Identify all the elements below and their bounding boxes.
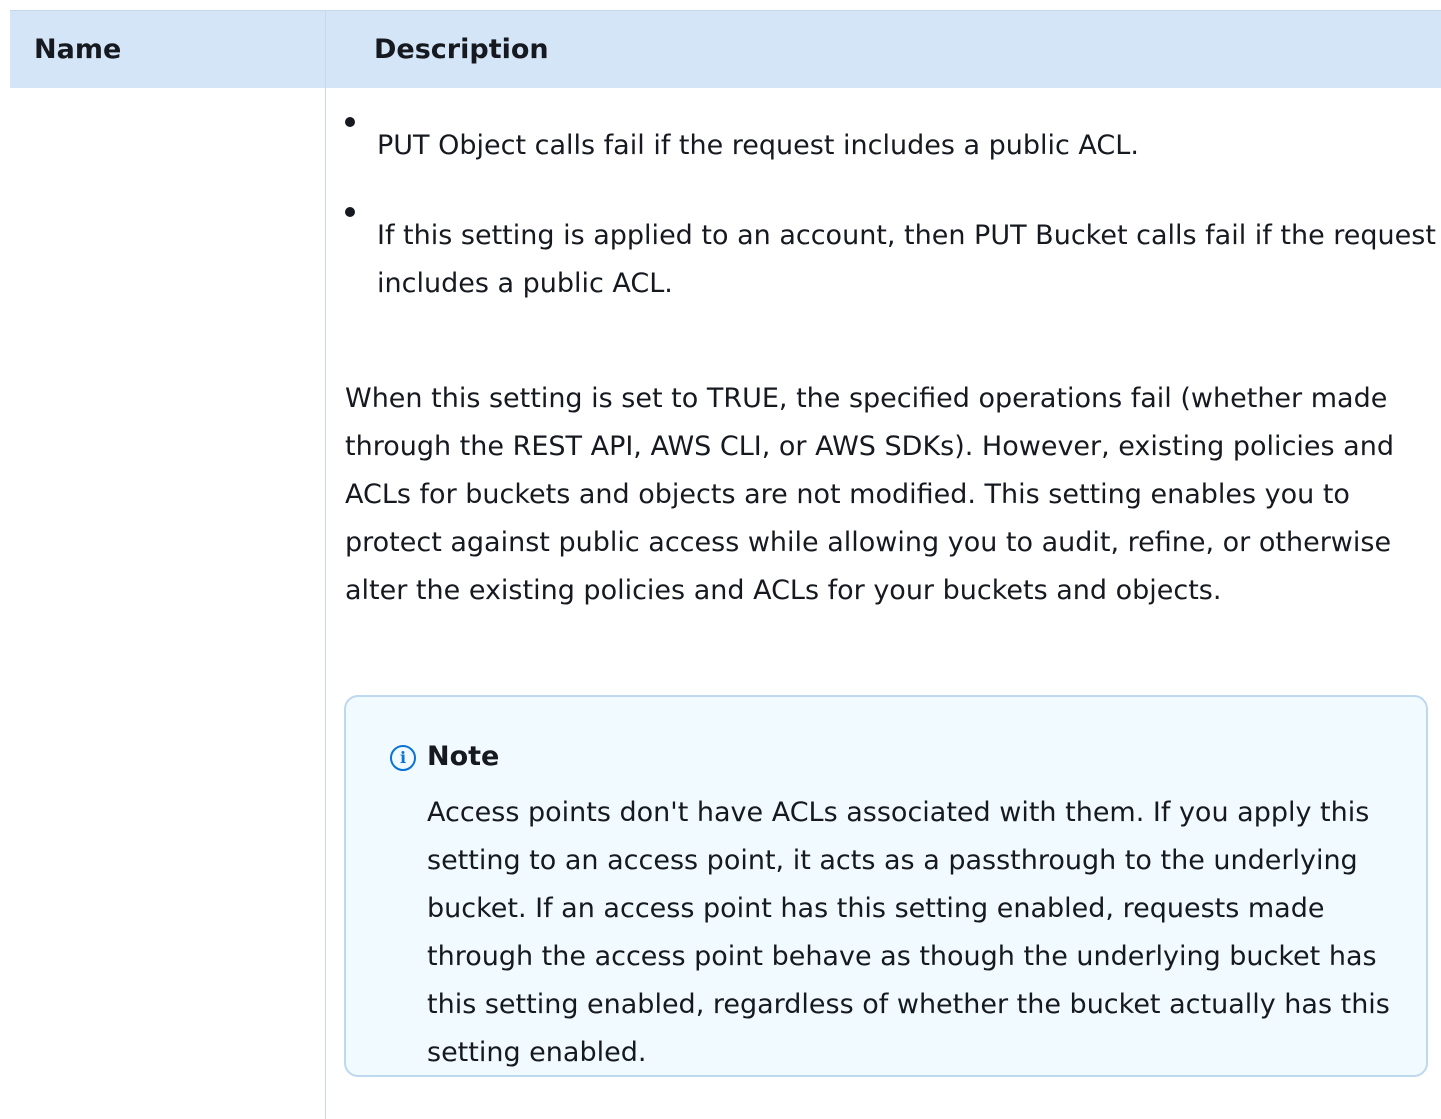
table-header-row: Name Description — [10, 10, 1441, 88]
description-paragraph: When this setting is set to TRUE, the sp… — [345, 383, 1394, 606]
bullet-marker — [345, 117, 355, 127]
bullet-marker — [345, 207, 355, 217]
list-item: If this setting is applied to an account… — [377, 220, 1436, 299]
note-body: Access points don't have ACLs associated… — [427, 797, 1390, 1068]
note-title: Note — [427, 741, 500, 772]
settings-table: Name Description PUT Object calls fail i… — [10, 10, 1441, 1119]
info-icon: i — [390, 745, 416, 771]
note-callout: i Note Access points don't have ACLs ass… — [344, 695, 1428, 1077]
column-divider — [325, 10, 326, 1119]
column-header-description: Description — [374, 34, 549, 65]
list-item: PUT Object calls fail if the request inc… — [377, 130, 1139, 161]
column-header-name: Name — [34, 34, 122, 65]
